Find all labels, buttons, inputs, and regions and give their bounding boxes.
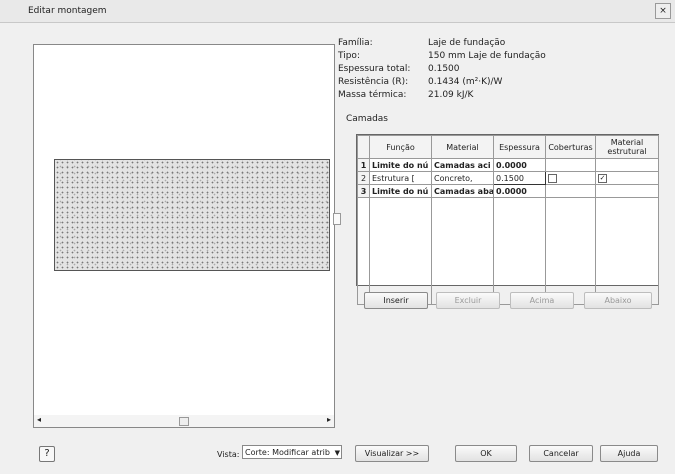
vertical-scroll-thumb[interactable] [333,213,341,225]
move-up-button[interactable]: Acima [510,292,574,309]
column-header-number [357,135,370,159]
window-title: Editar montagem [28,6,107,16]
view-select-value: Corte: Modificar atrib [245,448,330,457]
cell-funcao[interactable]: Limite do nú [369,158,432,172]
preview-toggle-button[interactable]: Visualizar >> [355,445,429,462]
table-empty-area [357,197,659,305]
view-label: Vista: [217,450,240,459]
chevron-down-icon[interactable]: ▼ [335,446,340,460]
cell-material-estrutural[interactable]: ✓ [595,171,659,185]
row-number[interactable]: 3 [357,184,370,198]
material-estrutural-checkbox[interactable]: ✓ [598,173,607,183]
cell-material[interactable]: Camadas abai [431,184,494,198]
cell-coberturas[interactable] [545,171,596,185]
cell-funcao[interactable]: Estrutura [ [369,171,432,185]
column-header-coberturas[interactable]: Coberturas [545,135,596,159]
column-header-material[interactable]: Material [431,135,494,159]
table-header-row: Função Material Espessura Coberturas Mat… [357,135,659,159]
cell-material-estrutural[interactable] [595,158,659,172]
help-button[interactable]: Ajuda [600,445,658,462]
cell-espessura[interactable]: 0.0000 [493,158,546,172]
horizontal-scrollbar[interactable]: ◂ ▸ [34,415,334,427]
cell-material-estrutural[interactable] [595,184,659,198]
cancel-button[interactable]: Cancelar [529,445,593,462]
scroll-right-icon[interactable]: ▸ [327,415,331,424]
close-icon[interactable]: × [655,3,671,19]
delete-layer-button[interactable]: Excluir [436,292,500,309]
coberturas-checkbox[interactable] [548,173,557,183]
column-header-material-estrutural[interactable]: Material estrutural [595,135,659,159]
layers-group-label: Camadas [346,114,388,124]
layers-table[interactable]: Função Material Espessura Coberturas Mat… [356,134,659,305]
table-row[interactable]: 1 Limite do nú Camadas aci 0.0000 [357,158,659,172]
title-bar: Editar montagem × [0,0,675,23]
cell-coberturas[interactable] [545,184,596,198]
slab-section-preview [54,159,330,271]
column-header-espessura[interactable]: Espessura [493,135,546,159]
cell-coberturas[interactable] [545,158,596,172]
row-number[interactable]: 1 [357,158,370,172]
table-row[interactable]: 3 Limite do nú Camadas abai 0.0000 [357,184,659,198]
help-icon[interactable]: ? [39,446,55,462]
cell-material[interactable]: Concreto, [431,171,494,185]
move-down-button[interactable]: Abaixo [584,292,652,309]
column-header-funcao[interactable]: Função [369,135,432,159]
table-row[interactable]: 2 Estrutura [ Concreto, 0.1500 ✓ [357,171,659,185]
scroll-left-icon[interactable]: ◂ [37,415,41,424]
view-select[interactable]: Corte: Modificar atrib ▼ [242,445,342,459]
cell-espessura[interactable]: 0.1500 [493,171,546,185]
row-number[interactable]: 2 [357,171,370,185]
preview-pane[interactable]: ◂ ▸ [33,44,335,428]
cell-espessura[interactable]: 0.0000 [493,184,546,198]
ok-button[interactable]: OK [455,445,517,462]
insert-layer-button[interactable]: Inserir [364,292,428,309]
cell-funcao[interactable]: Limite do nú [369,184,432,198]
cell-material[interactable]: Camadas aci [431,158,494,172]
scroll-thumb[interactable] [179,417,189,426]
